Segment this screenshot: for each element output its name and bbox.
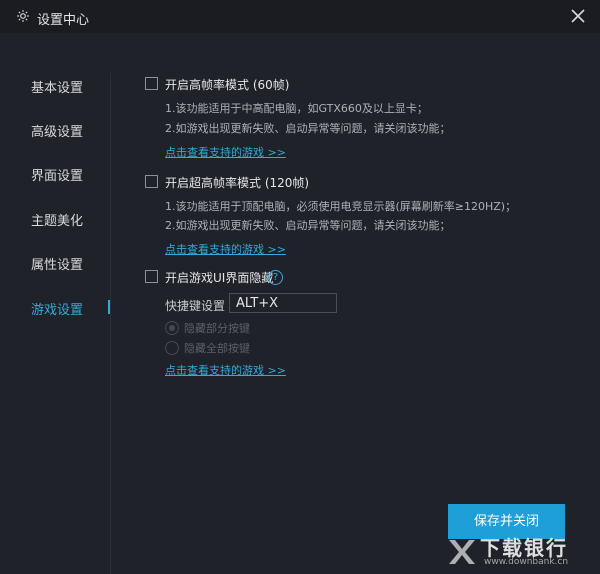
ultra-fps-desc-2: 2.如游戏出现更新失败、启动异常等问题，请关闭该功能； bbox=[165, 219, 451, 232]
sidebar-item-theme[interactable]: 主题美化 bbox=[31, 210, 83, 229]
ultra-fps-label: 开启超高帧率模式 (120帧) bbox=[165, 176, 310, 190]
hide-all-radio[interactable] bbox=[165, 341, 179, 355]
help-icon[interactable]: ? bbox=[268, 270, 283, 285]
watermark-url: www.downbank.cn bbox=[484, 557, 569, 567]
hotkey-label: 快捷键设置 bbox=[165, 299, 226, 313]
sidebar-item-properties[interactable]: 属性设置 bbox=[31, 254, 83, 273]
ultra-fps-checkbox[interactable] bbox=[145, 175, 158, 188]
sidebar-item-interface[interactable]: 界面设置 bbox=[31, 165, 83, 184]
close-icon[interactable] bbox=[570, 8, 586, 24]
ultra-fps-desc-1: 1.该功能适用于顶配电脑，必须使用电竞显示器(屏幕刷新率≥120HZ)； bbox=[165, 200, 517, 213]
high-fps-label: 开启高帧率模式 (60帧) bbox=[165, 78, 290, 92]
ultra-fps-games-link[interactable]: 点击查看支持的游戏 >> bbox=[165, 241, 286, 257]
hide-partial-radio[interactable] bbox=[165, 321, 179, 335]
hotkey-input[interactable]: ALT+X bbox=[229, 293, 337, 313]
title-bar: 设置中心 bbox=[0, 0, 600, 33]
hide-ui-label: 开启游戏UI界面隐藏 bbox=[165, 271, 274, 285]
high-fps-games-link[interactable]: 点击查看支持的游戏 >> bbox=[165, 144, 286, 160]
sidebar-item-advanced[interactable]: 高级设置 bbox=[31, 121, 83, 140]
high-fps-desc-2: 2.如游戏出现更新失败、启动异常等问题，请关闭该功能； bbox=[165, 122, 451, 135]
hide-all-label: 隐藏全部按键 bbox=[184, 342, 250, 355]
sidebar-active-indicator bbox=[108, 300, 110, 314]
sidebar-divider bbox=[110, 73, 111, 574]
hide-ui-checkbox[interactable] bbox=[145, 270, 158, 283]
downbank-logo-icon bbox=[449, 540, 475, 564]
window-title: 设置中心 bbox=[37, 13, 90, 28]
sidebar-item-basic[interactable]: 基本设置 bbox=[31, 77, 83, 96]
high-fps-checkbox[interactable] bbox=[145, 77, 158, 90]
hide-ui-games-link[interactable]: 点击查看支持的游戏 >> bbox=[165, 362, 286, 378]
sidebar: 基本设置 高级设置 界面设置 主题美化 属性设置 游戏设置 bbox=[0, 33, 111, 574]
gear-icon bbox=[17, 10, 29, 22]
sidebar-item-game[interactable]: 游戏设置 bbox=[31, 299, 83, 318]
high-fps-desc-1: 1.该功能适用于中高配电脑，如GTX660及以上显卡； bbox=[165, 102, 428, 115]
hide-partial-label: 隐藏部分按键 bbox=[184, 322, 250, 335]
